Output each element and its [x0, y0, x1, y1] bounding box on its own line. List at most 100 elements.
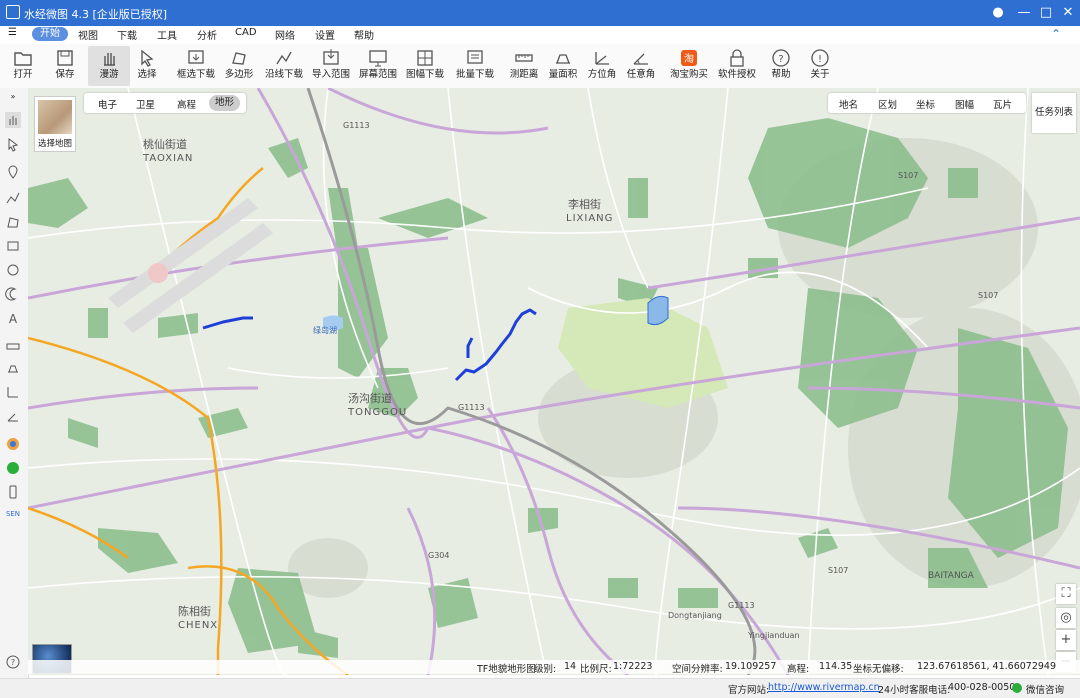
zoom-in-button[interactable]: + [1056, 630, 1076, 650]
overlay-tab-placenames[interactable]: 地名 [839, 97, 858, 111]
menu-cad[interactable]: CAD [235, 27, 257, 38]
cursor-icon [141, 49, 154, 67]
any-angle-button[interactable]: 任意角 [620, 46, 662, 86]
angle-tool-icon[interactable] [5, 408, 21, 424]
site-link[interactable]: http://www.rivermap.cn [768, 682, 880, 693]
layer-tab-electronic[interactable]: 电子 [98, 97, 117, 111]
measure-distance-button[interactable]: 测距离 [503, 46, 545, 86]
menu-download[interactable]: 下载 [117, 27, 137, 42]
menu-start[interactable]: 开始 [32, 27, 68, 41]
overlay-tabs: 地名 区划 坐标 图幅 瓦片 [828, 93, 1026, 113]
azimuth-button[interactable]: 方位角 [581, 46, 623, 86]
collapse-ribbon-icon[interactable]: ⌃ [1051, 27, 1061, 41]
sheet-download-label: 图幅下载 [405, 69, 444, 80]
select-map-widget[interactable]: 选择地图 [34, 96, 76, 152]
layer-tab-elevation[interactable]: 高程 [177, 97, 196, 111]
rectangle-tool-icon[interactable] [5, 238, 21, 254]
menu-analysis[interactable]: 分析 [197, 27, 217, 42]
layer-tab-terrain[interactable]: 地形 [209, 95, 241, 111]
airport [108, 198, 273, 333]
polygon-tool-icon[interactable] [5, 214, 21, 230]
overlay-tab-sheets[interactable]: 图幅 [955, 97, 974, 111]
yingjian-label: Yingjianduan [747, 631, 800, 640]
svg-text:?: ? [11, 658, 15, 667]
maximize-button[interactable]: □ [1034, 3, 1058, 23]
about-button[interactable]: ! 关于 [799, 46, 841, 86]
sen-tool-icon[interactable]: SEN [5, 510, 21, 526]
close-button[interactable]: ✕ [1056, 3, 1080, 23]
along-line-download-button[interactable]: 沿线下载 [263, 46, 305, 86]
box-download-button[interactable]: 框选下载 [175, 46, 217, 86]
save-button[interactable]: 保存 [44, 46, 86, 86]
reservoir-water [647, 295, 669, 326]
taoxian-label-cn: 桃仙街道 [143, 137, 187, 151]
marker-tool-icon[interactable] [5, 164, 21, 180]
chenxiang-label-cn: 陈相街 [178, 604, 211, 618]
license-button[interactable]: 软件授权 [716, 46, 758, 86]
polygon-icon [232, 52, 246, 65]
menu-network[interactable]: 网络 [275, 27, 295, 42]
layers-tool-icon[interactable] [5, 436, 21, 452]
taoxian-label-en: TAOXIAN [142, 153, 193, 164]
wechat-icon [1012, 683, 1022, 693]
question-icon[interactable]: ? [5, 654, 21, 670]
terrain-map: 桃仙街道 TAOXIAN 李相街 LIXIANG 汤沟街道 TONGGOU 绿岛… [28, 88, 1080, 675]
hand-icon [104, 53, 115, 66]
screen-range-button[interactable]: 屏幕范围 [357, 46, 399, 86]
user-icon[interactable]: ● [986, 3, 1010, 23]
taobao-buy-button[interactable]: 淘 淘宝购买 [668, 46, 710, 86]
hand-tool-icon[interactable] [5, 112, 21, 128]
along-line-label: 沿线下载 [264, 69, 303, 80]
help-icon: ? [772, 49, 790, 67]
tonggou-label-cn: 汤沟街道 [348, 391, 392, 405]
circle-tool-icon[interactable] [5, 262, 21, 278]
area-tool-icon[interactable] [5, 360, 21, 376]
road-g1113b-label: G1113 [458, 403, 485, 412]
box-download-icon [188, 50, 204, 64]
box-download-label: 框选下载 [176, 69, 215, 80]
pan-button[interactable]: 漫游 [88, 46, 130, 86]
map-canvas[interactable]: 桃仙街道 TAOXIAN 李相街 LIXIANG 汤沟街道 TONGGOU 绿岛… [28, 88, 1080, 675]
menu-settings[interactable]: 设置 [315, 27, 335, 42]
open-button[interactable]: 打开 [2, 46, 44, 86]
task-list-button[interactable]: 任务列表 [1032, 93, 1076, 133]
phone-tool-icon[interactable] [5, 484, 21, 500]
batch-download-label: 批量下载 [455, 69, 494, 80]
select-label: 选择 [137, 69, 157, 80]
menu-tools[interactable]: 工具 [157, 27, 177, 42]
fullscreen-button[interactable]: ⛶ [1056, 584, 1076, 604]
resolution-value: 19.109257 [725, 661, 777, 672]
arrow-tool-icon[interactable] [5, 136, 21, 152]
help-button[interactable]: ? 帮助 [760, 46, 802, 86]
overlay-tab-tiles[interactable]: 瓦片 [993, 97, 1012, 111]
overlay-tab-divisions[interactable]: 区划 [878, 97, 897, 111]
angle-icon [633, 53, 648, 65]
overlay-tab-coordinates[interactable]: 坐标 [916, 97, 935, 111]
scale-value: 1:72223 [613, 661, 653, 672]
minimize-button[interactable]: — [1012, 3, 1036, 23]
line-tool-icon[interactable] [5, 190, 21, 206]
ruler-tool-icon[interactable] [5, 338, 21, 354]
azimuth-tool-icon[interactable] [5, 384, 21, 400]
measure-area-button[interactable]: 量面积 [542, 46, 584, 86]
coord-value: 123.67618561, 41.66072949 [917, 661, 1057, 672]
import-range-button[interactable]: 导入范围 [310, 46, 352, 86]
save-icon [57, 50, 73, 66]
crescent-tool-icon[interactable] [5, 286, 21, 302]
expand-icon[interactable]: » [5, 92, 21, 108]
hamburger-icon[interactable]: ☰ [8, 27, 17, 38]
layer-tab-satellite[interactable]: 卫星 [136, 97, 155, 111]
reservoir-label: 绿岛湖 [313, 325, 337, 335]
menu-help[interactable]: 帮助 [354, 27, 374, 42]
wechat-consult[interactable]: 微信咨询 [1026, 682, 1064, 696]
batch-download-button[interactable]: 批量下载 [454, 46, 496, 86]
menu-view[interactable]: 视图 [78, 27, 98, 42]
polygon-button[interactable]: 多边形 [218, 46, 260, 86]
open-label: 打开 [13, 69, 33, 80]
text-tool-icon[interactable]: A [5, 310, 21, 326]
wechat-tool-icon[interactable] [5, 460, 21, 476]
locate-button[interactable]: ◎ [1056, 608, 1076, 628]
select-button[interactable]: 选择 [126, 46, 168, 86]
polygon-label: 多边形 [224, 69, 254, 80]
sheet-download-button[interactable]: 图幅下载 [404, 46, 446, 86]
